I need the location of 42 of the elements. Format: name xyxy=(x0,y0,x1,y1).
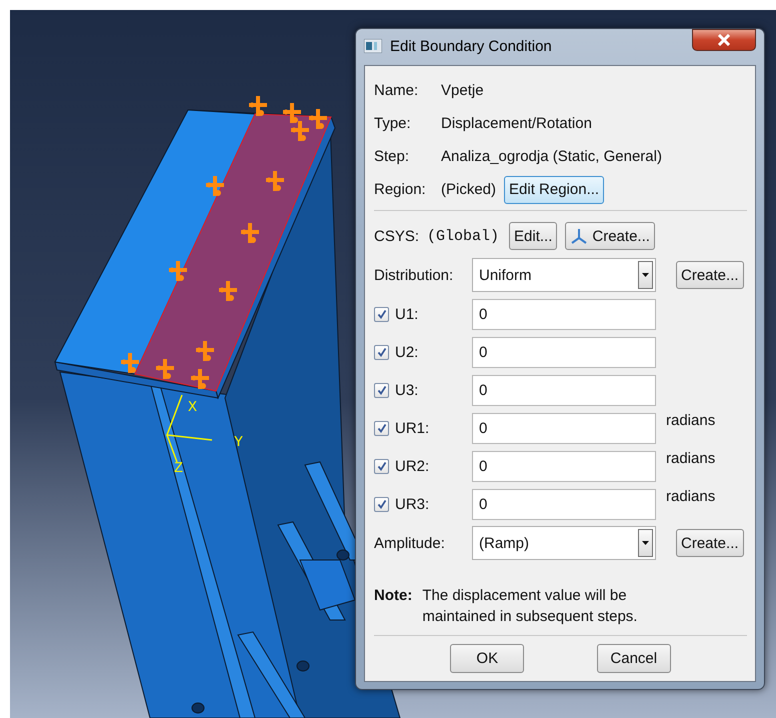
create-csys-button[interactable]: Create... xyxy=(565,222,655,250)
input-field[interactable]: 0 xyxy=(472,298,656,330)
dropdown[interactable]: Uniform xyxy=(472,258,656,292)
field-label: Amplitude: xyxy=(374,534,446,552)
unit-label: radians xyxy=(666,488,716,505)
field-label: UR2: xyxy=(395,458,430,474)
axis-label: X xyxy=(188,399,198,416)
dropdown[interactable]: (Ramp) xyxy=(472,526,656,560)
field-label: UR3: xyxy=(395,496,430,512)
field-label: CSYS: xyxy=(374,228,420,244)
field-value: (Picked) xyxy=(441,181,496,198)
unit-label: radians xyxy=(666,412,716,429)
create-button[interactable]: Create... xyxy=(676,529,744,557)
field-value: (Global) xyxy=(427,228,500,244)
field-value: Displacement/Rotation xyxy=(441,115,592,132)
unit-label: radians xyxy=(666,450,716,467)
note-label: Note: xyxy=(374,586,412,606)
edit-region-button[interactable]: Edit Region... xyxy=(504,176,604,204)
field-label: Distribution: xyxy=(374,266,454,284)
field-value: Vpetje xyxy=(441,82,484,99)
field-label: U3: xyxy=(395,382,418,398)
field-label: Step: xyxy=(374,148,410,165)
edit-csys-button[interactable]: Edit... xyxy=(509,222,558,250)
input-field[interactable]: 0 xyxy=(472,374,656,406)
input-field[interactable]: 0 xyxy=(472,412,656,444)
cancel-button[interactable]: Cancel xyxy=(596,644,671,673)
field-value: Analiza_ogrodja (Static, General) xyxy=(441,148,662,165)
field-label: Type: xyxy=(374,115,412,132)
input-field[interactable]: 0 xyxy=(472,336,656,368)
note-text: The displacement value will be maintained in subsequent steps. xyxy=(422,586,638,627)
create-button[interactable]: Create... xyxy=(676,261,744,289)
field-label: UR1: xyxy=(395,420,430,436)
field-label: Name: xyxy=(374,82,420,99)
field-label: Region: xyxy=(374,181,427,198)
input-field[interactable]: 0 xyxy=(472,450,656,482)
window-title: Edit Boundary Condition xyxy=(390,38,553,54)
input-field[interactable]: 0 xyxy=(472,488,656,520)
field-label: U2: xyxy=(395,344,418,360)
field-label: U1: xyxy=(395,306,418,322)
axis-label: Z xyxy=(174,460,184,477)
axis-label: Y xyxy=(234,434,244,451)
ok-button[interactable]: OK xyxy=(450,644,524,673)
